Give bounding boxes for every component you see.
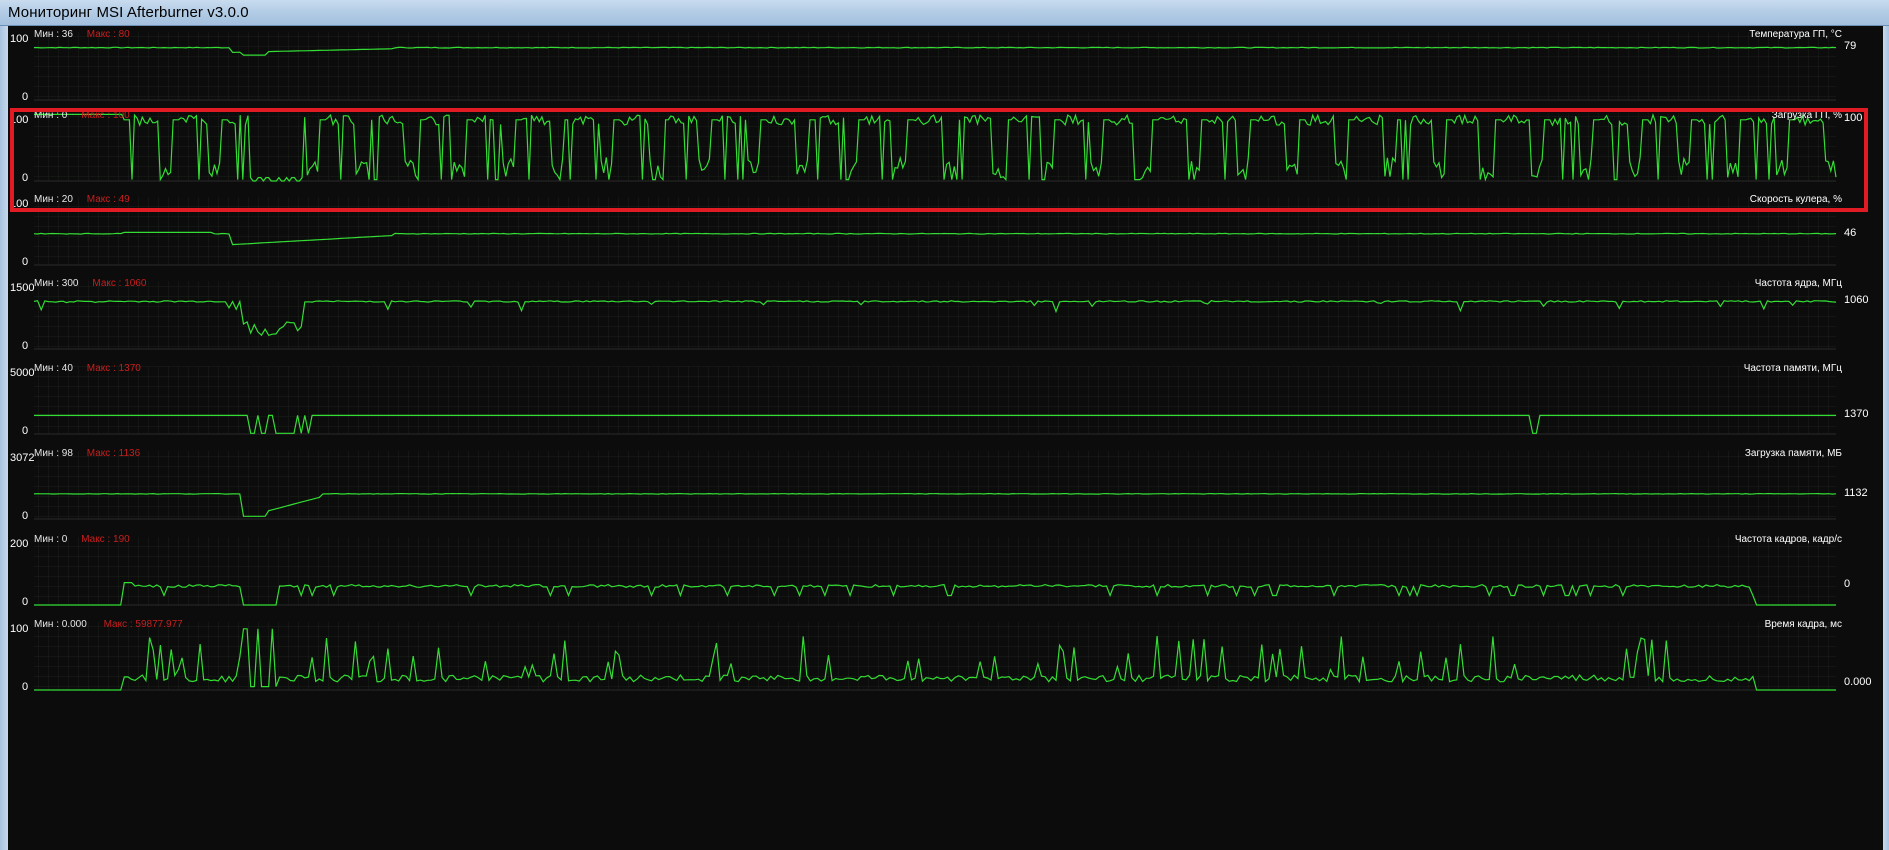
graph-panel-mem-clock[interactable] (34, 366, 1836, 435)
axis-top-gpu-load: 100 (10, 114, 29, 126)
monitor-graphs (33, 32, 1837, 691)
graph-grid (34, 451, 1836, 519)
graph-title-gpu-load: Загрузка ГП, % (1771, 110, 1842, 121)
current-value-gpu-temp: 79 (1844, 39, 1857, 52)
axis-top-core-clock: 1500 (10, 282, 35, 294)
axis-top-mem-usage: 3072 (10, 452, 35, 464)
graph-title-mem-usage: Загрузка памяти, МБ (1744, 448, 1842, 459)
current-value-frametime: 0.000 (1844, 676, 1872, 689)
graph-panel-gpu-load[interactable] (34, 113, 1837, 183)
axis-top-framerate: 200 (10, 538, 29, 550)
graph-title-core-clock: Частота ядра, МГц (1754, 278, 1842, 289)
window-frame-left (0, 26, 8, 850)
axis-bottom-gpu-temp: 0 (22, 91, 29, 103)
min-label-mem-usage: Мин : 98 (34, 448, 73, 459)
graph-grid (34, 281, 1836, 349)
axis-bottom-gpu-load: 0 (22, 172, 29, 184)
axis-bottom-frametime: 0 (22, 681, 29, 693)
axis-bottom-mem-usage: 0 (22, 510, 29, 522)
graph-grid (34, 537, 1836, 605)
min-label-gpu-temp: Мин : 36 (34, 29, 73, 40)
axis-bottom-framerate: 0 (22, 596, 29, 608)
current-value-gpu-load: 100 (1844, 112, 1863, 124)
graph-panel-mem-usage[interactable] (33, 451, 1837, 520)
max-label-gpu-temp: Макс : 80 (86, 29, 130, 40)
min-label-framerate: Мин : 0 (34, 534, 68, 545)
graph-grid (34, 197, 1836, 265)
graph-title-mem-clock: Частота памяти, МГц (1743, 363, 1842, 374)
axis-top-frametime: 100 (10, 623, 29, 635)
axis-bottom-mem-clock: 0 (22, 425, 29, 437)
current-value-framerate: 0 (1844, 577, 1851, 590)
hardware-monitor-area[interactable]: Мин : 36 Макс : 80 Температура ГП, °C 100 0 7… (8, 26, 1883, 850)
min-label-gpu-load: Мин : 0 (34, 110, 68, 121)
min-label-fan-speed: Мин : 20 (34, 194, 73, 205)
max-label-mem-usage: Макс : 1136 (86, 448, 141, 459)
graph-title-gpu-temp: Температура ГП, °C (1749, 29, 1842, 40)
min-label-frametime: Мин : 0.000 (34, 619, 87, 630)
graph-grid (34, 622, 1836, 690)
max-label-frametime: Макс : 59877.977 (103, 619, 183, 630)
min-label-mem-clock: Мин : 40 (34, 363, 73, 374)
graph-panel-core-clock[interactable] (33, 281, 1837, 350)
graph-panel-gpu-temp[interactable] (34, 32, 1837, 101)
current-value-mem-usage: 1132 (1844, 486, 1868, 499)
graph-panel-framerate[interactable] (34, 537, 1836, 606)
axis-bottom-fan-speed: 0 (22, 256, 29, 268)
axis-top-mem-clock: 5000 (10, 367, 35, 379)
graph-title-frametime: Время кадра, мс (1764, 619, 1842, 630)
current-value-mem-clock: 1370 (1844, 408, 1869, 421)
axis-bottom-core-clock: 0 (22, 340, 29, 352)
axis-top-gpu-temp: 100 (10, 33, 29, 45)
window-titlebar[interactable]: Мониторинг MSI Afterburner v3.0.0 (0, 0, 1889, 26)
max-label-framerate: Макс : 190 (81, 534, 130, 545)
max-label-fan-speed: Макс : 49 (86, 194, 130, 205)
max-label-mem-clock: Макс : 1370 (86, 363, 141, 374)
graph-panel-fan-speed[interactable] (33, 197, 1837, 266)
window-frame-right[interactable] (1883, 26, 1889, 850)
max-label-core-clock: Макс : 1060 (92, 278, 147, 289)
graph-panel-frametime[interactable] (34, 622, 1836, 691)
axis-top-fan-speed: 100 (10, 198, 29, 210)
window-title: Мониторинг MSI Afterburner v3.0.0 (8, 4, 249, 21)
current-value-core-clock: 1060 (1844, 293, 1869, 306)
graph-title-framerate: Частота кадров, кадр/с (1734, 534, 1842, 545)
graph-title-fan-speed: Скорость кулера, % (1749, 194, 1842, 205)
max-label-gpu-load: Макс : 100 (81, 110, 130, 121)
current-value-fan-speed: 46 (1844, 226, 1857, 239)
graph-grid (34, 366, 1836, 434)
min-label-core-clock: Мин : 300 (34, 278, 79, 289)
graph-grid (34, 32, 1836, 100)
